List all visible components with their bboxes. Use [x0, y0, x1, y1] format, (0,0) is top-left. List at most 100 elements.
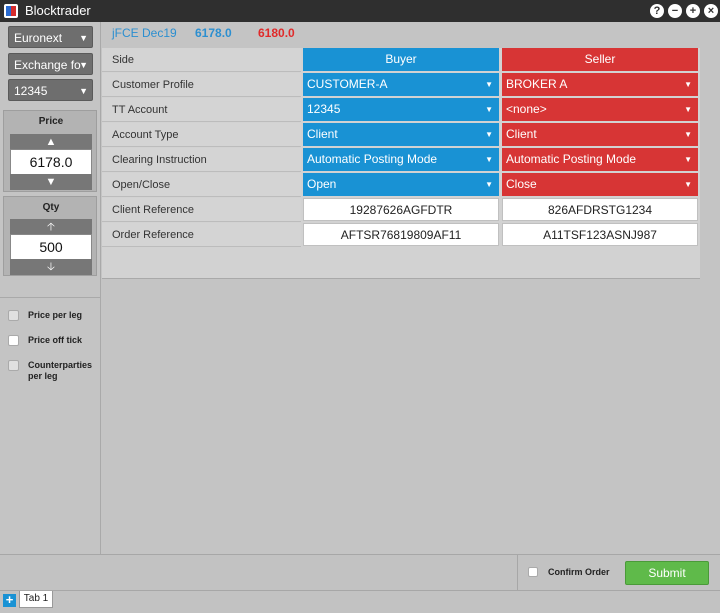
qty-input[interactable]: 500 — [10, 234, 92, 260]
exchange-select-value: Euronext — [14, 31, 63, 45]
seller-client-reference-input[interactable]: 826AFDRSTG1234 — [502, 198, 698, 221]
account-type-row: Account Type Client ▼ Client ▼ — [102, 123, 700, 148]
chevron-down-icon: ▼ — [485, 80, 493, 89]
ask-price: 6180.0 — [258, 26, 295, 40]
price-off-tick-checkbox[interactable] — [8, 335, 19, 346]
buyer-order-reference-input[interactable]: AFTSR76819809AF11 — [303, 223, 499, 246]
price-per-leg-checkbox[interactable] — [8, 310, 19, 321]
bid-price: 6178.0 — [195, 26, 232, 40]
seller-header: Seller — [502, 48, 698, 71]
buyer-header: Buyer — [303, 48, 499, 71]
confirm-order-label: Confirm Order — [548, 567, 610, 577]
add-tab-button[interactable]: + — [3, 593, 16, 607]
exchange-select[interactable]: Euronext ▼ — [8, 26, 93, 48]
seller-open-close-select[interactable]: Close ▼ — [502, 173, 698, 196]
chevron-down-icon: ▼ — [684, 180, 692, 189]
tt-account-row: TT Account 12345 ▼ <none> ▼ — [102, 98, 700, 123]
counterparties-per-leg-label: Counterparties per leg — [28, 360, 93, 381]
price-box: Price ▲ 6178.0 ▼ — [3, 110, 97, 192]
caret-down-icon: ▼ — [45, 176, 57, 188]
sidebar: Euronext ▼ Exchange fo ▼ 12345 ▼ Price ▲… — [0, 22, 101, 554]
buyer-tt-account-select[interactable]: 12345 ▼ — [303, 98, 499, 121]
price-off-tick-label: Price off tick — [28, 335, 83, 345]
arrow-down-icon: 🡣 — [47, 261, 55, 273]
chevron-down-icon: ▼ — [684, 105, 692, 114]
buyer-client-reference-input[interactable]: 19287626AGFDTR — [303, 198, 499, 221]
open-close-row: Open/Close Open ▼ Close ▼ — [102, 173, 700, 198]
chevron-down-icon: ▼ — [485, 180, 493, 189]
seller-order-reference-input[interactable]: A11TSF123ASNJ987 — [502, 223, 698, 246]
empty-area — [101, 280, 720, 554]
buyer-customer-profile-value: CUSTOMER-A — [307, 77, 388, 91]
form-footer — [102, 249, 700, 279]
side-row: Side Buyer Seller — [102, 48, 700, 73]
main-panel: jFCE Dec19 6178.0 6180.0 Side Buyer Sell… — [101, 22, 720, 554]
side-label: Side — [102, 48, 301, 72]
buyer-tt-account-value: 12345 — [307, 102, 341, 116]
chevron-down-icon: ▼ — [485, 105, 493, 114]
seller-tt-account-select[interactable]: <none> ▼ — [502, 98, 698, 121]
confirm-order-checkbox[interactable] — [528, 567, 538, 577]
buyer-clearing-instruction-select[interactable]: Automatic Posting Mode ▼ — [303, 148, 499, 171]
order-reference-label: Order Reference — [102, 223, 301, 247]
qty-label: Qty — [42, 202, 60, 213]
chevron-down-icon: ▼ — [79, 60, 88, 70]
buyer-customer-profile-select[interactable]: CUSTOMER-A ▼ — [303, 73, 499, 96]
caret-up-icon: ▲ — [45, 136, 57, 148]
instrument-bar: jFCE Dec19 6178.0 6180.0 — [101, 22, 720, 46]
chevron-down-icon: ▼ — [79, 86, 88, 96]
seller-customer-profile-select[interactable]: BROKER A ▼ — [502, 73, 698, 96]
client-reference-label: Client Reference — [102, 198, 301, 222]
type-select[interactable]: Exchange fo ▼ — [8, 53, 93, 75]
customer-profile-row: Customer Profile CUSTOMER-A ▼ BROKER A ▼ — [102, 73, 700, 98]
qty-down-button[interactable]: 🡣 — [10, 259, 92, 275]
chevron-down-icon: ▼ — [684, 155, 692, 164]
buyer-clearing-instruction-value: Automatic Posting Mode — [307, 152, 438, 166]
buyer-account-type-value: Client — [307, 127, 338, 141]
help-icon[interactable]: ? — [650, 4, 664, 18]
seller-clearing-instruction-value: Automatic Posting Mode — [506, 152, 637, 166]
account-select[interactable]: 12345 ▼ — [8, 79, 93, 101]
price-input[interactable]: 6178.0 — [10, 149, 92, 175]
chevron-down-icon: ▼ — [485, 155, 493, 164]
qty-box: Qty 🡡 500 🡣 — [3, 196, 97, 276]
price-down-button[interactable]: ▼ — [10, 174, 92, 190]
action-divider — [517, 555, 518, 591]
blocktrader-window: Blocktrader ? − + × Euronext ▼ Exchange … — [0, 0, 720, 613]
account-select-value: 12345 — [14, 84, 48, 98]
maximize-icon[interactable]: + — [686, 4, 700, 18]
instrument-name: jFCE Dec19 — [112, 26, 177, 40]
account-type-label: Account Type — [102, 123, 301, 147]
submit-button[interactable]: Submit — [625, 561, 709, 585]
arrow-up-icon: 🡡 — [47, 221, 55, 233]
order-form: Side Buyer Seller Customer Profile CUSTO… — [102, 48, 700, 279]
seller-clearing-instruction-select[interactable]: Automatic Posting Mode ▼ — [502, 148, 698, 171]
buyer-open-close-value: Open — [307, 177, 337, 191]
chevron-down-icon: ▼ — [684, 130, 692, 139]
buyer-open-close-select[interactable]: Open ▼ — [303, 173, 499, 196]
seller-account-type-select[interactable]: Client ▼ — [502, 123, 698, 146]
chevron-down-icon: ▼ — [684, 80, 692, 89]
clearing-instruction-row: Clearing Instruction Automatic Posting M… — [102, 148, 700, 173]
client-reference-row: Client Reference 19287626AGFDTR 826AFDRS… — [102, 198, 700, 223]
type-select-value: Exchange fo — [14, 58, 81, 72]
tab-1[interactable]: Tab 1 — [19, 591, 53, 608]
clearing-instruction-label: Clearing Instruction — [102, 148, 301, 172]
qty-up-button[interactable]: 🡡 — [10, 219, 92, 235]
chevron-down-icon: ▼ — [79, 33, 88, 43]
open-close-label: Open/Close — [102, 173, 301, 197]
minimize-icon[interactable]: − — [668, 4, 682, 18]
order-reference-row: Order Reference AFTSR76819809AF11 A11TSF… — [102, 223, 700, 248]
price-label: Price — [38, 116, 64, 127]
tab-bar: + Tab 1 — [0, 590, 720, 613]
title-bar: Blocktrader ? − + × — [0, 0, 720, 22]
price-up-button[interactable]: ▲ — [10, 134, 92, 150]
action-bar: Confirm Order Submit — [0, 554, 720, 591]
seller-tt-account-value: <none> — [506, 102, 547, 116]
counterparties-per-leg-checkbox[interactable] — [8, 360, 19, 371]
close-icon[interactable]: × — [704, 4, 718, 18]
seller-open-close-value: Close — [506, 177, 537, 191]
buyer-account-type-select[interactable]: Client ▼ — [303, 123, 499, 146]
customer-profile-label: Customer Profile — [102, 73, 301, 97]
price-per-leg-label: Price per leg — [28, 310, 83, 320]
